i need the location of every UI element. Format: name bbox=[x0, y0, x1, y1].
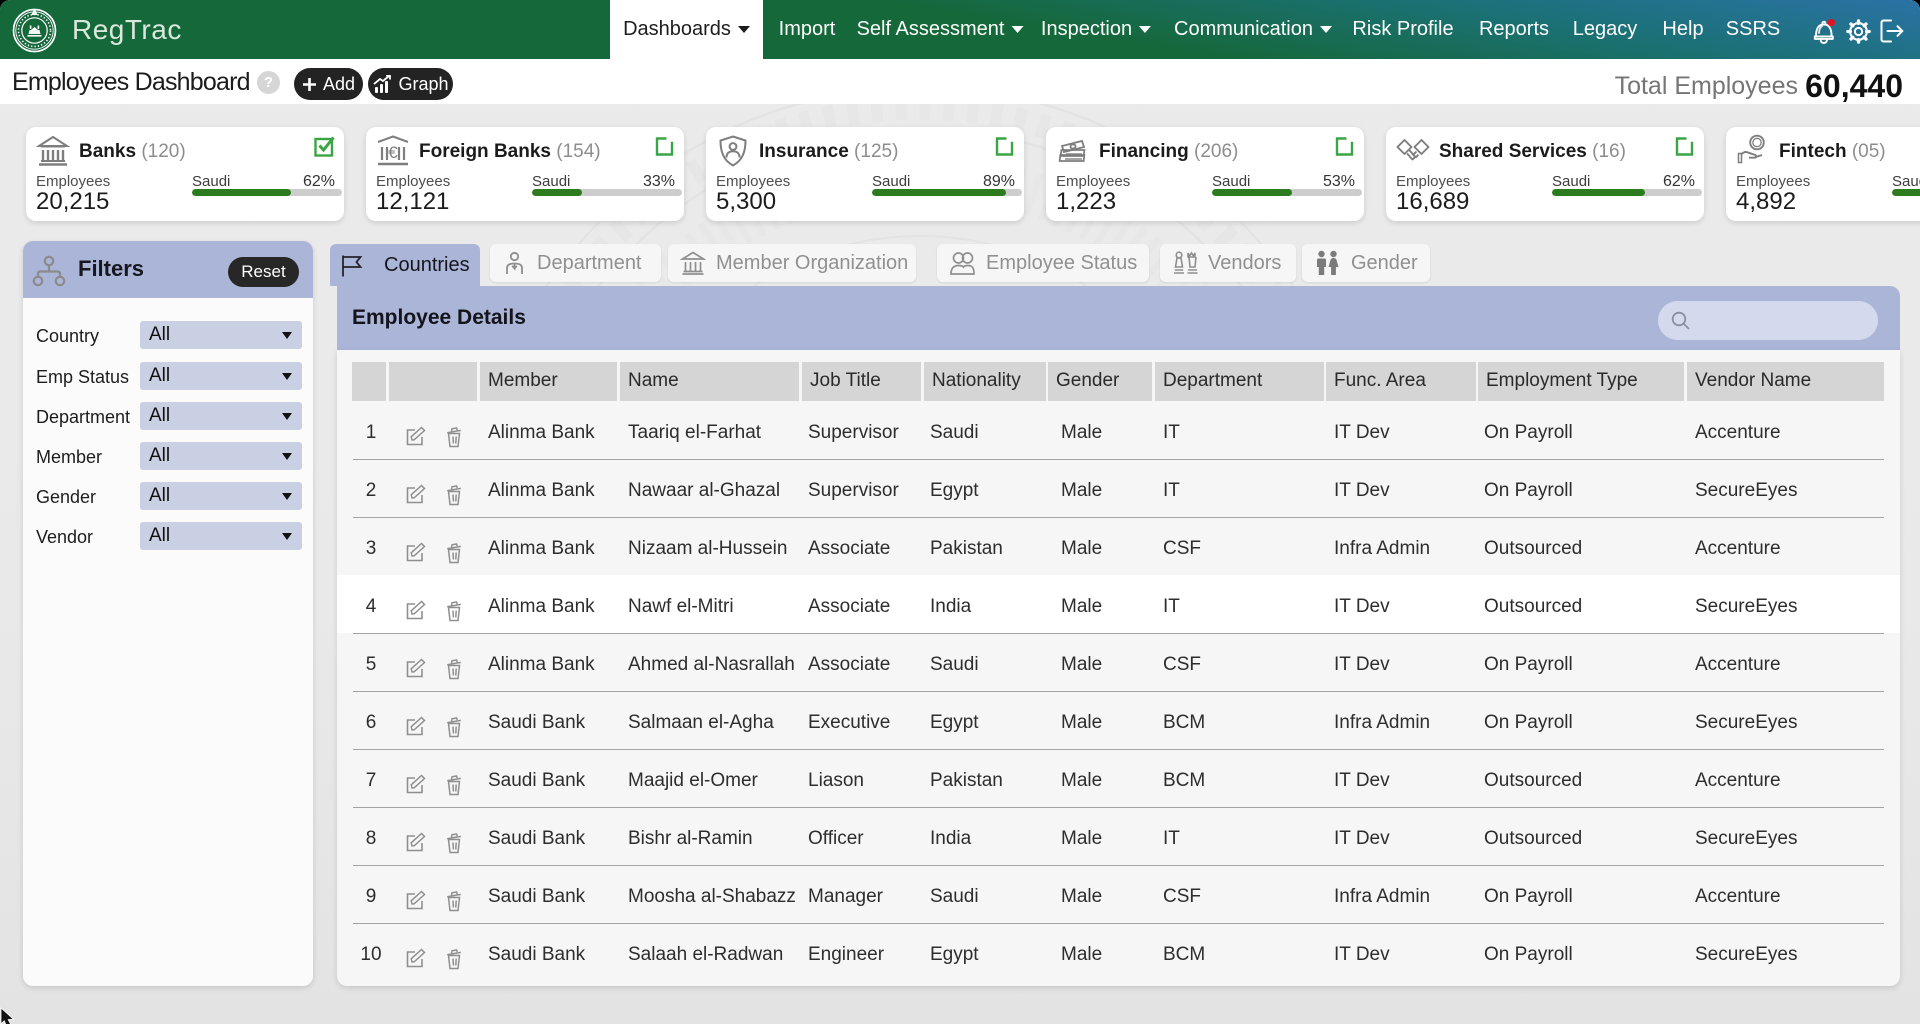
svg-text:€: € bbox=[388, 143, 398, 162]
